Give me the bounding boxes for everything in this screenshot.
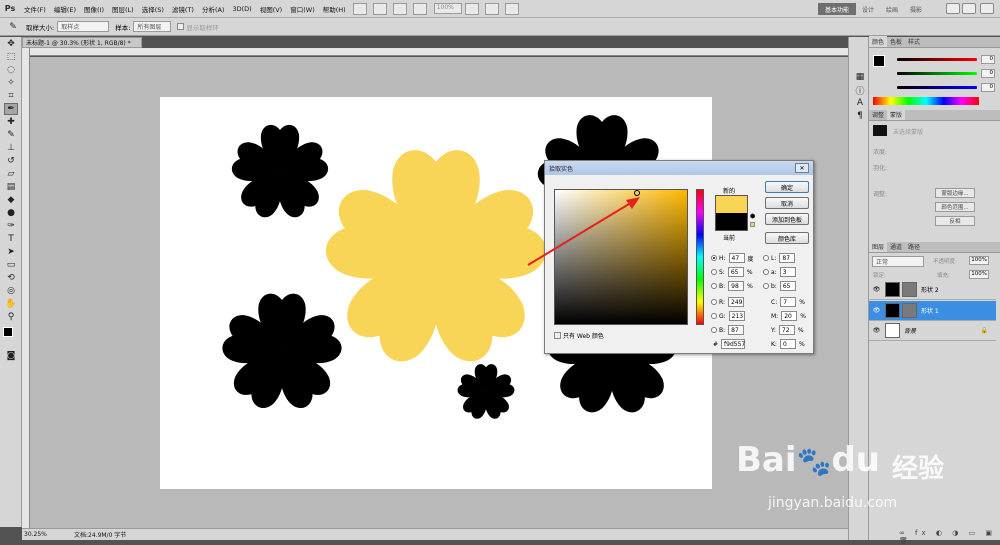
r-value[interactable]: 0 — [981, 55, 995, 64]
color-range-button[interactable]: 颜色范围... — [935, 202, 975, 212]
layer-name[interactable]: 形状 2 — [921, 285, 939, 294]
color-slider-r: 0 — [897, 55, 995, 64]
layer-name[interactable]: 背景 — [904, 326, 916, 335]
layers-panel-tabs: 图层 通道 路径 — [869, 241, 1000, 253]
layer-thumbnail — [885, 303, 900, 318]
fill-label: 填充: — [937, 273, 950, 279]
eye-icon[interactable]: 👁 — [872, 306, 881, 315]
info-panel-icon[interactable]: ⓘ — [853, 84, 867, 97]
watermark-brand: Bai🐾du — [736, 440, 880, 480]
lock-icon: 🔒 — [980, 327, 988, 334]
opacity-value[interactable]: 100% — [969, 256, 989, 265]
tab-adjustments[interactable]: 调整 — [869, 109, 887, 120]
tab-styles[interactable]: 样式 — [905, 36, 923, 47]
invert-button[interactable]: 反相 — [935, 216, 975, 226]
color-slider-b: 0 — [897, 83, 995, 92]
r-slider[interactable] — [897, 58, 977, 61]
tab-masks[interactable]: 蒙版 — [887, 109, 906, 120]
watermark-cn: 经验 — [892, 454, 945, 484]
layer-row-shape-1[interactable]: 👁 形状 1 — [869, 301, 996, 321]
vector-mask-thumbnail — [902, 282, 917, 297]
vector-mask-thumbnail — [902, 303, 917, 318]
refine-label: 调整: — [873, 191, 888, 198]
tab-channels[interactable]: 通道 — [887, 241, 905, 252]
color-slider-g: 0 — [897, 69, 995, 78]
layer-name[interactable]: 形状 1 — [921, 306, 939, 315]
mask-thumbnail — [873, 125, 887, 136]
layer-thumbnail — [885, 282, 900, 297]
mask-edge-button[interactable]: 蒙版边缘... — [935, 188, 975, 198]
b-slider[interactable] — [897, 86, 977, 89]
b-value[interactable]: 0 — [981, 83, 995, 92]
layer-actions-icons[interactable]: ∞ fx ◐ ◑ ▭ ▣ 🗑 — [899, 529, 1000, 545]
color-panel-tabs: 颜色 色板 样式 — [869, 36, 1000, 48]
g-slider[interactable] — [897, 72, 977, 75]
tab-layers[interactable]: 图层 — [869, 241, 888, 252]
character-panel-icon[interactable]: A — [853, 97, 867, 109]
density-label: 浓度: — [873, 149, 888, 156]
layer-row-shape-2[interactable]: 👁 形状 2 — [869, 280, 996, 300]
history-panel-icon[interactable]: ▦ — [853, 71, 867, 83]
fill-value[interactable]: 100% — [969, 270, 989, 279]
paragraph-panel-icon[interactable]: ¶ — [853, 110, 867, 122]
panel-foreground-swatch[interactable] — [873, 55, 885, 67]
layer-row-background[interactable]: 👁 背景 🔒 — [869, 321, 996, 341]
g-value[interactable]: 0 — [981, 69, 995, 78]
watermark-url: jingyan.baidu.com — [768, 495, 898, 511]
lock-label: 锁定: — [873, 273, 886, 279]
tab-swatches[interactable]: 色板 — [887, 36, 905, 47]
blend-mode-select[interactable]: 正常 — [872, 256, 924, 267]
eye-icon[interactable]: 👁 — [872, 285, 881, 294]
masks-panel-tabs: 调整 蒙版 — [869, 109, 1000, 121]
layer-thumbnail — [885, 323, 900, 338]
tab-paths[interactable]: 路径 — [905, 241, 923, 252]
color-spectrum-bar[interactable] — [873, 97, 979, 105]
feather-label: 羽化: — [873, 165, 888, 172]
no-mask-label: 未选择蒙版 — [893, 129, 924, 136]
eye-icon[interactable]: 👁 — [872, 326, 881, 335]
opacity-label: 不透明度: — [933, 259, 957, 265]
tab-color[interactable]: 颜色 — [869, 36, 888, 47]
